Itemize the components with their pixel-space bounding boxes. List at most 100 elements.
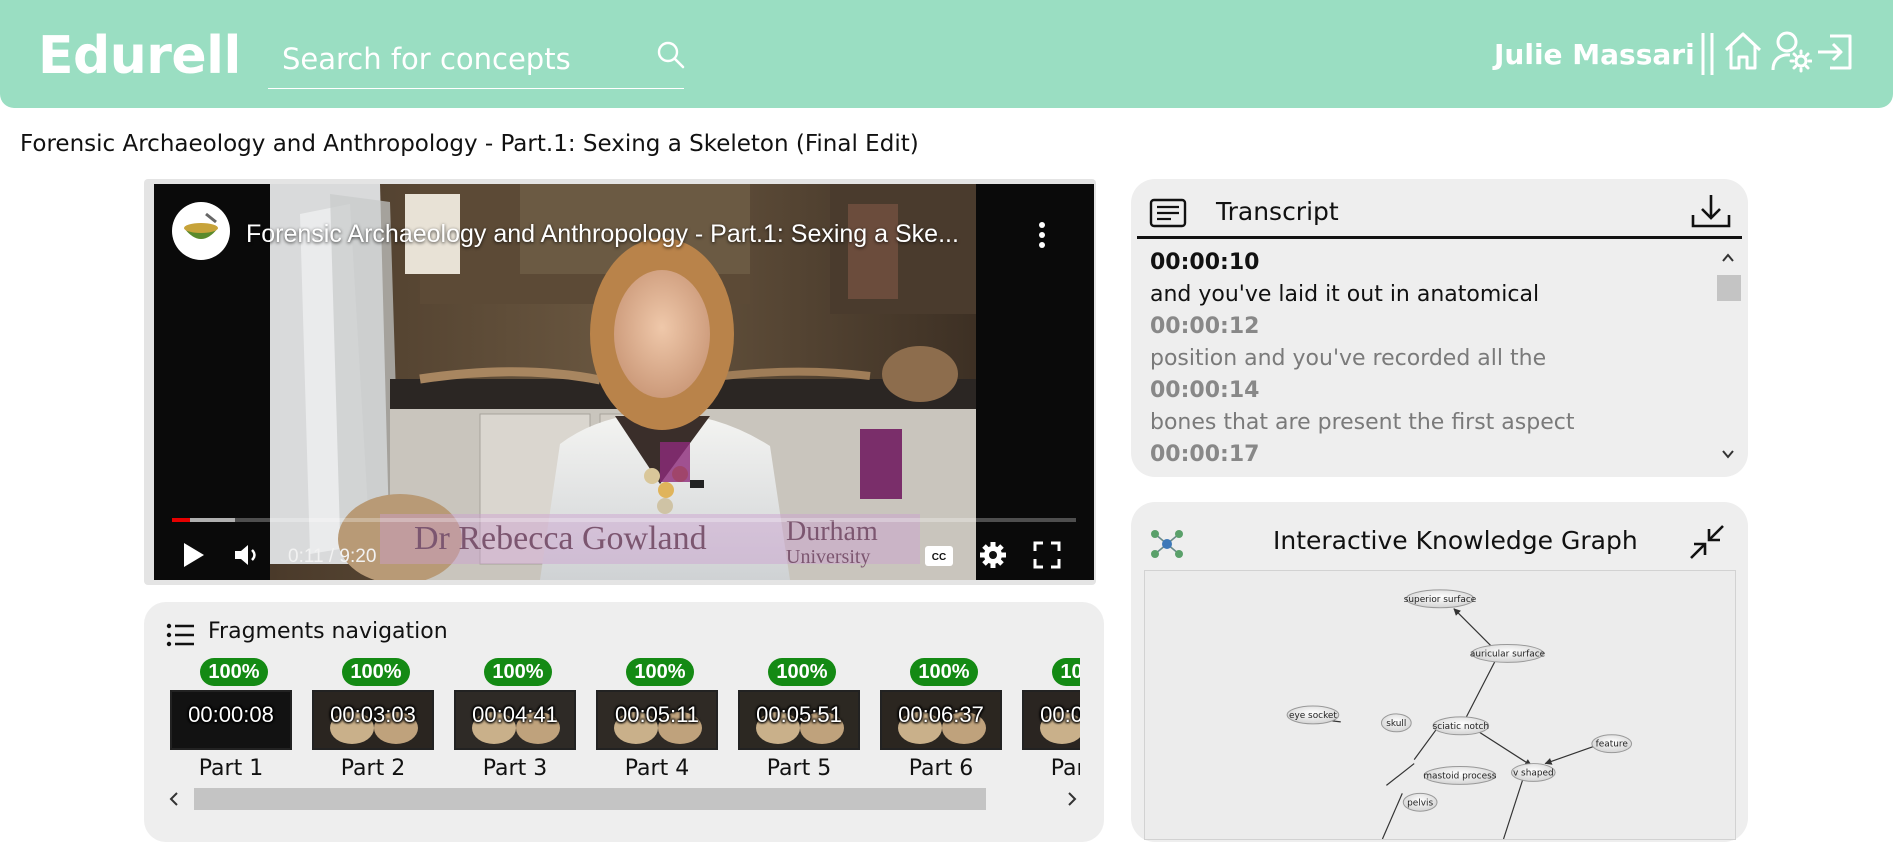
fragment-item[interactable]: 100% 00:05:51 Part 5	[738, 652, 862, 788]
scroll-down-icon[interactable]	[1719, 445, 1737, 463]
header-divider	[1701, 33, 1714, 75]
knowledge-graph-panel: Interactive Knowledge Graph superior sur…	[1131, 502, 1748, 842]
transcript-body[interactable]: 00:00:10 and you've laid it out in anatom…	[1150, 247, 1710, 465]
fragment-progress-badge: 100%	[1052, 658, 1080, 686]
transcript-timestamp[interactable]: 00:00:10	[1150, 247, 1710, 279]
fragment-time: 00:07:40	[1040, 702, 1080, 727]
transcript-divider	[1137, 236, 1742, 239]
user-settings-icon[interactable]	[1770, 28, 1812, 74]
play-icon[interactable]	[180, 540, 206, 570]
svg-text:v shaped: v shaped	[1513, 768, 1554, 778]
video-player[interactable]: Forensic Archaeology and Anthropology - …	[154, 184, 1094, 580]
svg-text:eye socket: eye socket	[1289, 711, 1337, 721]
transcript-text[interactable]: bones that are present the first aspect	[1150, 407, 1710, 439]
transcript-timestamp[interactable]: 00:00:12	[1150, 311, 1710, 343]
settings-icon[interactable]	[978, 540, 1008, 570]
graph-edge	[1502, 771, 1526, 839]
transcript-text[interactable]: position and you've recorded all the	[1150, 343, 1710, 375]
knowledge-graph-title: Interactive Knowledge Graph	[1273, 526, 1638, 555]
collapse-icon[interactable]	[1687, 522, 1727, 562]
fragment-item[interactable]: 100% 00:07:40 Part 7	[1022, 652, 1080, 788]
fragment-item[interactable]: 100% 00:00:08 Part 1	[170, 652, 294, 788]
search-input[interactable]	[280, 36, 624, 82]
graph-node[interactable]: v shaped	[1510, 763, 1556, 782]
fragment-progress-badge: 100%	[626, 658, 694, 686]
fragment-item[interactable]: 100% 00:03:03 Part 2	[312, 652, 436, 788]
graph-node[interactable]: eye socket	[1286, 705, 1340, 725]
lower-third-institution-sub: University	[786, 546, 871, 568]
graph-edge	[1463, 653, 1500, 723]
fragment-label: Part 7	[1050, 756, 1080, 781]
svg-text:CC: CC	[932, 552, 946, 563]
transcript-timestamp[interactable]: 00:00:14	[1150, 375, 1710, 407]
graph-edge	[1386, 763, 1415, 786]
fullscreen-icon[interactable]	[1032, 540, 1062, 570]
captions-icon[interactable]: CC	[924, 544, 954, 568]
transcript-scrollbar-thumb[interactable]	[1717, 275, 1741, 301]
fragment-time: 00:06:37	[898, 702, 984, 727]
fragment-item[interactable]: 100% 00:04:41 Part 3	[454, 652, 578, 788]
fragment-time: 00:00:08	[188, 702, 274, 727]
fragment-time: 00:03:03	[330, 702, 416, 727]
graph-edge	[1544, 745, 1597, 765]
fragments-panel: Fragments navigation 100% 00:00:08 Part 1 1…	[144, 602, 1104, 842]
scroll-right-icon[interactable]	[1062, 786, 1082, 812]
search-bar	[268, 34, 686, 89]
transcript-text[interactable]: and you've laid it out in anatomical	[1150, 279, 1710, 311]
scroll-up-icon[interactable]	[1719, 249, 1737, 267]
graph-edge	[1413, 729, 1437, 760]
graph-edge	[1381, 793, 1403, 839]
video-time: 0:11 / 9:20	[288, 546, 377, 567]
graph-node[interactable]: skull	[1380, 713, 1412, 733]
volume-icon[interactable]	[232, 540, 262, 570]
brand-logo[interactable]: Edurell	[38, 26, 241, 86]
fragment-progress-badge: 100%	[342, 658, 410, 686]
svg-text:sciatic notch: sciatic notch	[1433, 722, 1489, 732]
fragment-item[interactable]: 100% 00:05:11 Part 4	[596, 652, 720, 788]
logout-icon[interactable]	[1814, 28, 1856, 74]
scroll-left-icon[interactable]	[164, 786, 184, 812]
fragment-label: Part 2	[340, 756, 406, 781]
fragment-label: Part 4	[624, 756, 690, 781]
knowledge-graph-canvas[interactable]: superior surface auricular surface eye s…	[1144, 570, 1736, 840]
graph-node[interactable]: feature	[1591, 734, 1633, 754]
fragments-heading: Fragments navigation	[208, 619, 448, 644]
fragments-scrollbar[interactable]	[164, 786, 1082, 812]
graph-icon	[1151, 530, 1183, 558]
transcript-scrollbar[interactable]	[1715, 249, 1741, 467]
player-title[interactable]: Forensic Archaeology and Anthropology - …	[246, 220, 959, 249]
transcript-timestamp[interactable]: 00:00:17	[1150, 439, 1710, 465]
video-page-title: Forensic Archaeology and Anthropology - …	[20, 131, 919, 157]
graph-node[interactable]: sciatic notch	[1432, 716, 1490, 736]
more-options-icon[interactable]	[1030, 216, 1054, 254]
lower-third-name: Dr Rebecca Gowland	[414, 520, 707, 557]
fragment-progress-badge: 100%	[484, 658, 552, 686]
fragment-label: Part 5	[766, 756, 832, 781]
user-name: Julie Massari	[1494, 38, 1695, 71]
svg-text:auricular surface: auricular surface	[1470, 649, 1546, 659]
svg-text:feature: feature	[1596, 740, 1629, 750]
download-icon[interactable]	[1689, 191, 1733, 231]
graph-node[interactable]: auricular surface	[1470, 643, 1546, 663]
fragment-label: Part 1	[198, 756, 264, 781]
graph-node[interactable]: mastoid process	[1423, 766, 1497, 785]
svg-text:skull: skull	[1386, 719, 1406, 729]
fragment-progress-badge: 100%	[768, 658, 836, 686]
svg-text:mastoid process: mastoid process	[1423, 771, 1496, 781]
fragment-label: Part 6	[908, 756, 974, 781]
graph-node[interactable]: pelvis	[1402, 792, 1438, 812]
fragment-item[interactable]: 100% 00:06:37 Part 6	[880, 652, 1004, 788]
video-progress-bar[interactable]	[172, 518, 1076, 522]
fragment-time: 00:05:11	[614, 702, 699, 727]
transcript-panel: Transcript 00:00:10 and you've laid it ou…	[1131, 179, 1748, 477]
search-icon[interactable]	[656, 40, 686, 70]
channel-logo[interactable]	[172, 202, 230, 260]
fragments-scrollbar-thumb[interactable]	[194, 788, 986, 810]
video-played-bar	[172, 518, 190, 522]
graph-edge	[1475, 729, 1532, 767]
graph-node[interactable]: superior surface	[1404, 589, 1477, 609]
home-icon[interactable]	[1722, 28, 1764, 74]
fragments-strip: 100% 00:00:08 Part 1 100% 00:03:03 Part 2 100%…	[170, 652, 1080, 788]
fragment-time: 00:04:41	[472, 702, 558, 727]
fragment-progress-badge: 100%	[910, 658, 978, 686]
